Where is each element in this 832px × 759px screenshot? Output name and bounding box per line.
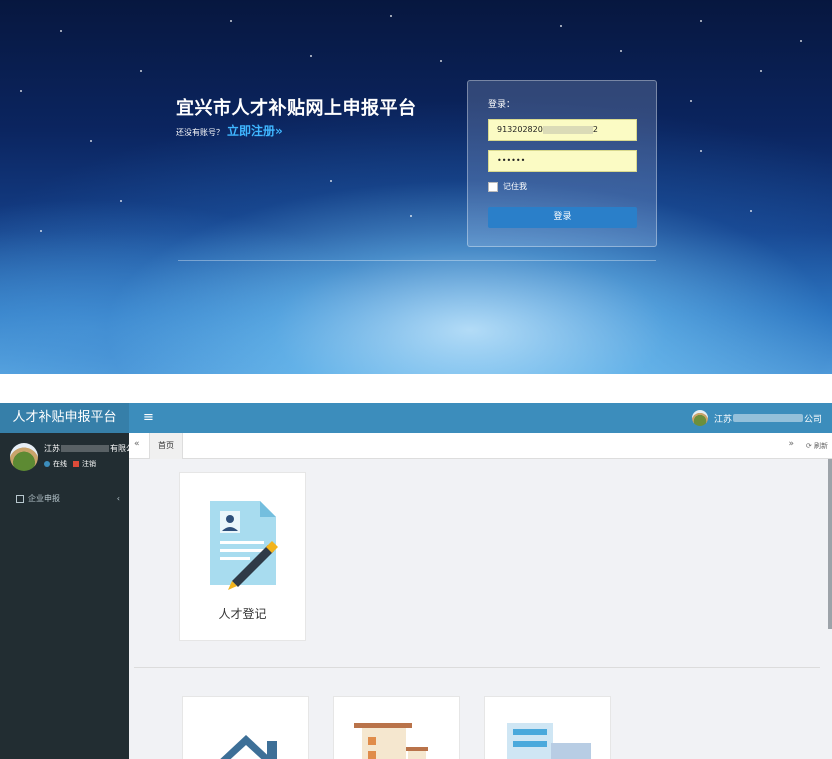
remember-label: 记住我 xyxy=(503,182,527,191)
user-panel: 江苏 有限公 在线 注销 xyxy=(10,443,134,471)
tab-scroll-right-icon[interactable]: » xyxy=(788,439,794,449)
online-dot-icon xyxy=(44,461,50,467)
chevron-left-icon: ‹ xyxy=(116,494,120,503)
user-name-redacted xyxy=(732,414,803,422)
archive-card[interactable] xyxy=(484,696,611,759)
tab-home[interactable]: 首页 xyxy=(149,433,183,459)
sidebar-user-prefix: 江苏 xyxy=(44,444,60,453)
user-status: 在线 注销 xyxy=(44,459,134,469)
no-account-text: 还没有账号？ xyxy=(176,128,224,137)
login-button[interactable]: 登录 xyxy=(488,207,637,228)
refresh-button[interactable]: ⟳ 刷新 xyxy=(806,441,828,451)
user-name-suffix: 公司 xyxy=(803,414,822,425)
user-avatar-small xyxy=(691,410,708,426)
refresh-icon: ⟳ xyxy=(805,442,814,450)
content-scrollbar[interactable] xyxy=(828,459,832,629)
archive-icon xyxy=(507,723,591,759)
sidebar-item-label: 企业申报 xyxy=(28,494,60,503)
top-navbar: 人才补贴申报平台 ≡ 江苏 公司 xyxy=(0,403,832,433)
login-page-title: 宜兴市人才补贴网上申报平台 xyxy=(176,98,417,119)
tab-scroll-left-icon[interactable]: « xyxy=(134,439,140,449)
user-menu[interactable]: 江苏 公司 xyxy=(691,410,822,426)
remember-me[interactable]: 记住我 xyxy=(488,181,527,192)
username-input[interactable]: 913202820 2 xyxy=(488,119,637,141)
building-icon xyxy=(354,723,428,759)
user-avatar xyxy=(10,443,38,471)
house-icon xyxy=(220,735,277,759)
register-prompt: 还没有账号？ 立即注册» xyxy=(176,122,283,139)
remember-checkbox[interactable] xyxy=(488,181,498,192)
register-link[interactable]: 立即注册» xyxy=(227,124,283,138)
menu-toggle-icon[interactable]: ≡ xyxy=(143,410,154,425)
login-screen: 宜兴市人才补贴网上申报平台 还没有账号？ 立即注册» 登录： 913202820 2… xyxy=(0,0,832,374)
sidebar: 江苏 有限公 在线 注销 企业申报 ‹ xyxy=(0,433,134,759)
section-divider xyxy=(134,667,820,668)
user-name-prefix: 江苏 xyxy=(713,414,732,425)
sidebar-user-name: 江苏 有限公 xyxy=(44,443,134,454)
dashboard: 人才补贴申报平台 ≡ 江苏 公司 江苏 有限公 在线 注销 企业申报 ‹ « 首… xyxy=(0,403,832,759)
username-value-suffix: 2 xyxy=(592,125,598,134)
sidebar-user-redacted xyxy=(61,445,109,452)
logout-icon[interactable] xyxy=(73,461,79,467)
sidebar-item-enterprise[interactable]: 企业申报 ‹ xyxy=(16,493,120,504)
logout-link[interactable]: 注销 xyxy=(82,459,96,469)
username-redacted xyxy=(542,125,593,134)
document-icon xyxy=(16,494,24,503)
refresh-label: 刷新 xyxy=(814,442,828,450)
brand-logo[interactable]: 人才补贴申报平台 xyxy=(0,403,129,433)
talent-register-card[interactable]: 人才登记 xyxy=(179,472,306,641)
login-form: 登录： 913202820 2 •••••• 记住我 登录 xyxy=(467,80,657,247)
login-divider xyxy=(178,260,656,261)
tab-bar: « 首页 » ⟳ 刷新 xyxy=(129,433,832,459)
main-content: 人才登记 xyxy=(129,459,832,759)
house-card[interactable] xyxy=(182,696,309,759)
card-title: 人才登记 xyxy=(218,607,267,621)
status-online: 在线 xyxy=(53,460,67,468)
document-pen-icon xyxy=(210,501,278,590)
building-card[interactable] xyxy=(333,696,460,759)
password-input[interactable]: •••••• xyxy=(488,150,637,172)
username-value-prefix: 913202820 xyxy=(497,125,543,134)
login-form-label: 登录： xyxy=(488,100,516,110)
